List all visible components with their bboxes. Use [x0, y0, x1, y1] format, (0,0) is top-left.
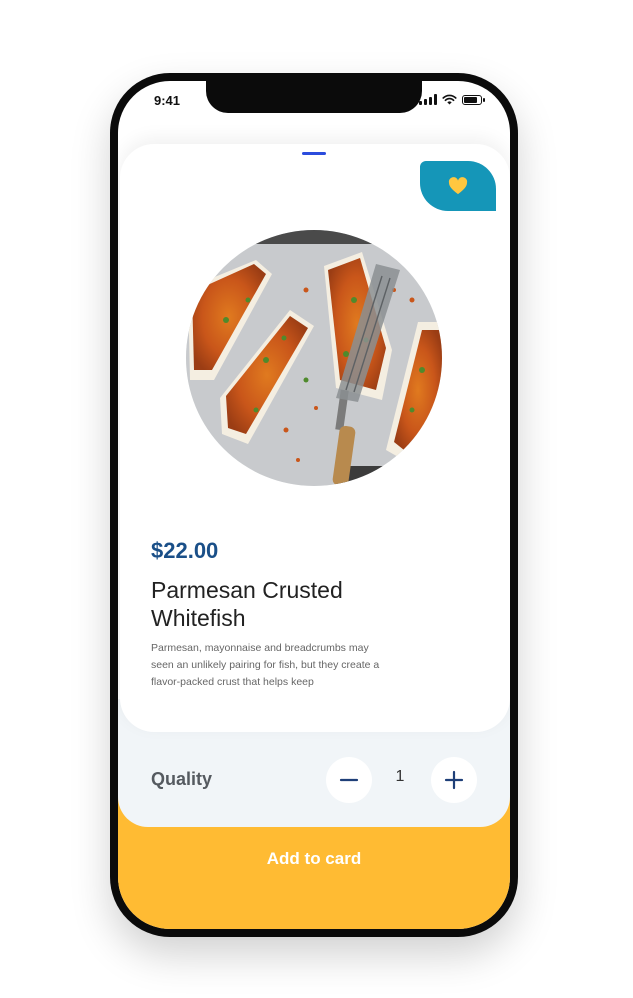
signal-icon — [419, 94, 437, 105]
product-description: Parmesan, mayonnaise and breadcrumbs may… — [151, 642, 380, 688]
drag-handle[interactable] — [302, 152, 326, 155]
increase-quantity-button[interactable] — [431, 757, 477, 803]
quantity-value: 1 — [395, 768, 405, 785]
favorite-button[interactable] — [420, 161, 496, 211]
add-to-cart-button[interactable]: Add to card — [118, 841, 510, 877]
decrease-quantity-button[interactable] — [326, 757, 372, 803]
product-title: Parmesan Crusted Whitefish — [151, 577, 343, 631]
battery-icon — [462, 94, 485, 105]
phone-frame: 9:41 Add to card Quality 1 $22.00 Parmes… — [110, 73, 518, 937]
product-price: $22.00 — [151, 538, 219, 563]
phone-screen: 9:41 Add to card Quality 1 $22.00 Parmes… — [118, 81, 510, 929]
minus-icon — [339, 778, 359, 782]
quantity-label: Quality — [151, 769, 213, 789]
wifi-icon — [442, 94, 457, 105]
stage: 9:41 Add to card Quality 1 $22.00 Parmes… — [0, 0, 633, 998]
product-image — [186, 230, 442, 486]
status-icons — [419, 94, 485, 105]
heart-icon — [448, 177, 468, 195]
plus-icon — [444, 770, 464, 790]
product-card: $22.00 Parmesan Crusted Whitefish Parmes… — [120, 144, 510, 732]
product-photo-whitefish — [186, 230, 442, 486]
status-time: 9:41 — [154, 93, 181, 108]
phone-notch — [206, 81, 422, 113]
